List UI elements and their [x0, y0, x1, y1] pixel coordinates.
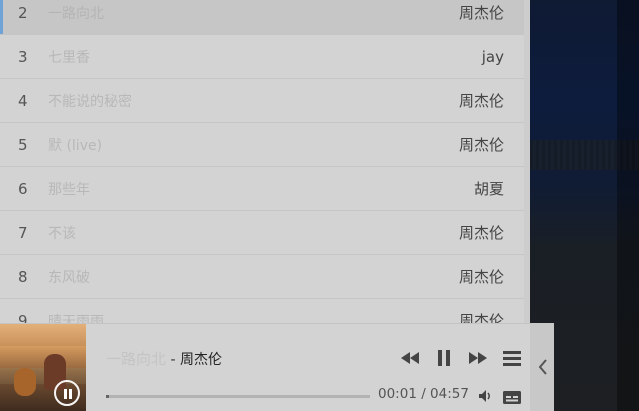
menu-icon[interactable]: [497, 346, 531, 370]
album-cover[interactable]: [0, 324, 86, 411]
cover-dog: [14, 368, 36, 396]
cover-sky: [0, 324, 86, 346]
track-artist: 周杰伦: [458, 136, 504, 154]
progress-bar[interactable]: [106, 395, 370, 398]
track-title: 那些年: [48, 181, 90, 198]
track-title: 一路向北: [48, 5, 104, 22]
track-title: 东风破: [48, 269, 90, 286]
track-number: 6: [18, 179, 28, 198]
lyrics-icon[interactable]: [503, 389, 521, 404]
track-artist: jay: [481, 47, 504, 66]
chevron-left-icon: [538, 359, 547, 375]
track-number: 7: [18, 223, 28, 242]
now-playing-artist: 周杰伦: [179, 352, 222, 368]
track-number: 8: [18, 267, 28, 286]
total-time: 04:57: [430, 386, 469, 402]
track-artist: 胡夏: [473, 180, 504, 198]
track-artist: 周杰伦: [458, 4, 504, 22]
track-number: 2: [18, 3, 28, 22]
now-playing-separator: -: [166, 352, 180, 368]
cover-pause-icon[interactable]: [54, 380, 80, 406]
playlist-row-3[interactable]: 3 七里香 jay: [0, 35, 524, 79]
track-number: 4: [18, 91, 28, 110]
fast-forward-icon[interactable]: [463, 346, 497, 370]
playlist-scrollbar[interactable]: [524, 0, 530, 323]
playlist-row-6[interactable]: 6 那些年 胡夏: [0, 167, 524, 211]
playlist-row-4[interactable]: 4 不能说的秘密 周杰伦: [0, 79, 524, 123]
cover-water: [0, 346, 86, 368]
background-side-strip: [617, 0, 639, 411]
time-display: 00:01 / 04:57: [378, 386, 469, 402]
playlist-row-2[interactable]: 2 一路向北 周杰伦: [0, 0, 524, 35]
track-title: 不该: [48, 225, 76, 242]
rewind-icon[interactable]: [395, 346, 429, 370]
player-bar: 一路向北 - 周杰伦 00:01 / 04:57: [0, 323, 530, 411]
now-playing-title: 一路向北: [106, 350, 167, 368]
playlist-row-7[interactable]: 7 不该 周杰伦: [0, 211, 524, 255]
track-number: 3: [18, 47, 28, 66]
track-title: 不能说的秘密: [48, 93, 132, 110]
current-time: 00:01: [378, 386, 417, 402]
track-artist: 周杰伦: [458, 224, 504, 242]
collapse-panel-button[interactable]: [530, 323, 554, 411]
progress-fill: [106, 395, 109, 398]
playlist-row-5[interactable]: 5 默 (live) 周杰伦: [0, 123, 524, 167]
now-playing: 一路向北 - 周杰伦: [106, 348, 222, 369]
track-title: 默 (live): [48, 137, 103, 154]
playback-controls: [395, 346, 531, 370]
music-player-app: 2 一路向北 周杰伦 3 七里香 jay 4 不能说的秘密 周杰伦 5 默 (l…: [0, 0, 639, 411]
track-artist: 周杰伦: [458, 268, 504, 286]
pause-icon[interactable]: [429, 346, 463, 370]
volume-icon[interactable]: [478, 388, 494, 402]
time-separator: /: [416, 386, 431, 402]
track-title: 七里香: [48, 49, 90, 66]
track-artist: 周杰伦: [458, 92, 504, 110]
playlist-row-8[interactable]: 8 东风破 周杰伦: [0, 255, 524, 299]
track-number: 5: [18, 135, 28, 154]
